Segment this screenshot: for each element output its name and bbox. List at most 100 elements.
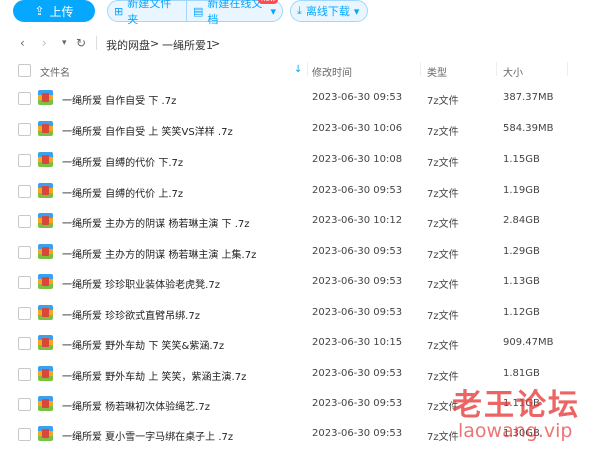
new-badge: new (258, 0, 279, 4)
breadcrumb-separator: > (150, 37, 160, 50)
table-row[interactable]: 一绳所爱 珍珍欲式直臂吊绑.7z 2023-06-30 09:53 7z文件 1… (0, 297, 600, 327)
column-type[interactable]: 类型 (427, 64, 447, 79)
column-modified[interactable]: 修改时间 (312, 64, 352, 79)
toolbar: ⇪ 上传 ⊞ 新建文件夹 ▤ 新建在线文档 ▾ new ⤓ 离线下载 ▾ (0, 0, 600, 26)
navigation-bar: ‹ › ▾ ↻ 我的网盘 > 一绳所爱1 > (0, 28, 600, 58)
table-row[interactable]: 一绳所爱 自缚的代价 上.7z 2023-06-30 09:53 7z文件 1.… (0, 175, 600, 205)
history-dropdown-icon[interactable]: ▾ (62, 38, 67, 48)
row-checkbox[interactable] (18, 215, 31, 228)
file-size: 584.39MB (503, 123, 554, 134)
file-name[interactable]: 一绳所爱 主办方的阴谋 杨若琳主演 上集.7z (62, 246, 256, 261)
file-name[interactable]: 一绳所爱 自缚的代价 下.7z (62, 154, 183, 169)
download-icon: ⤓ (297, 4, 302, 17)
archive-file-icon (38, 396, 53, 411)
file-name[interactable]: 一绳所爱 杨若琳初次体验绳艺.7z (62, 398, 210, 413)
column-name[interactable]: 文件名 (40, 64, 70, 79)
file-modified: 2023-06-30 09:53 (312, 185, 403, 196)
file-modified: 2023-06-30 09:53 (312, 368, 403, 379)
file-type: 7z文件 (427, 219, 459, 230)
row-checkbox[interactable] (18, 428, 31, 441)
row-checkbox[interactable] (18, 398, 31, 411)
forward-icon[interactable]: › (42, 36, 47, 50)
file-size: 1.13GB (503, 276, 540, 287)
file-modified: 2023-06-30 09:53 (312, 92, 403, 103)
table-row[interactable]: 一绳所爱 珍珍职业装体验老虎凳.7z 2023-06-30 09:53 7z文件… (0, 266, 600, 296)
row-checkbox[interactable] (18, 154, 31, 167)
breadcrumb-current[interactable]: 一绳所爱1 (162, 37, 213, 53)
file-name[interactable]: 一绳所爱 野外车劫 下 笑笑&紫涵.7z (62, 337, 224, 352)
file-name[interactable]: 一绳所爱 自作自受 上 笑笑VS洋样 .7z (62, 123, 233, 138)
upload-label: 上传 (49, 4, 74, 19)
column-divider (307, 62, 308, 76)
table-row[interactable]: 一绳所爱 自作自受 下 .7z 2023-06-30 09:53 7z文件 38… (0, 82, 600, 112)
file-size: 1.12GB (503, 307, 540, 318)
chevron-down-icon: ▾ (353, 4, 360, 18)
select-all-checkbox[interactable] (18, 64, 31, 77)
offline-download-button[interactable]: ⤓ 离线下载 ▾ (290, 0, 368, 22)
archive-file-icon (38, 244, 53, 259)
file-name[interactable]: 一绳所爱 珍珍欲式直臂吊绑.7z (62, 307, 200, 322)
table-row[interactable]: 一绳所爱 主办方的阴谋 杨若琳主演 下 .7z 2023-06-30 10:12… (0, 205, 600, 235)
table-row[interactable]: 一绳所爱 主办方的阴谋 杨若琳主演 上集.7z 2023-06-30 09:53… (0, 236, 600, 266)
row-checkbox[interactable] (18, 185, 31, 198)
row-checkbox[interactable] (18, 276, 31, 289)
file-modified: 2023-06-30 10:15 (312, 337, 403, 348)
file-size: 1.15GB (503, 154, 540, 165)
file-modified: 2023-06-30 09:53 (312, 398, 403, 409)
file-type: 7z文件 (427, 127, 459, 138)
table-row[interactable]: 一绳所爱 野外车劫 下 笑笑&紫涵.7z 2023-06-30 10:15 7z… (0, 327, 600, 357)
file-name[interactable]: 一绳所爱 野外车劫 上 笑笑，紫涵主演.7z (62, 368, 246, 383)
file-modified: 2023-06-30 09:53 (312, 246, 403, 257)
upload-icon: ⇪ (34, 4, 45, 18)
column-size[interactable]: 大小 (503, 64, 523, 79)
file-type: 7z文件 (427, 311, 459, 322)
folder-plus-icon: ⊞ (114, 4, 124, 18)
file-list-header: 文件名 ↓ 修改时间 类型 大小 (0, 58, 600, 82)
archive-file-icon (38, 213, 53, 228)
file-size: 2.84GB (503, 215, 540, 226)
file-type: 7z文件 (427, 341, 459, 352)
file-size: 387.37MB (503, 92, 554, 103)
file-name[interactable]: 一绳所爱 珍珍职业装体验老虎凳.7z (62, 276, 220, 291)
archive-file-icon (38, 366, 53, 381)
back-icon[interactable]: ‹ (20, 36, 25, 50)
refresh-icon[interactable]: ↻ (76, 36, 86, 50)
row-checkbox[interactable] (18, 123, 31, 136)
row-checkbox[interactable] (18, 368, 31, 381)
column-divider (496, 62, 497, 76)
file-modified: 2023-06-30 10:08 (312, 154, 403, 165)
file-name[interactable]: 一绳所爱 夏小雪一字马绑在桌子上 .7z (62, 428, 233, 443)
archive-file-icon (38, 335, 53, 350)
file-modified: 2023-06-30 09:53 (312, 307, 403, 318)
file-modified: 2023-06-30 09:53 (312, 428, 403, 439)
doc-plus-icon: ▤ (193, 4, 204, 18)
breadcrumb-separator: > (211, 37, 221, 50)
archive-file-icon (38, 426, 53, 441)
file-name[interactable]: 一绳所爱 主办方的阴谋 杨若琳主演 下 .7z (62, 215, 250, 230)
row-checkbox[interactable] (18, 246, 31, 259)
row-checkbox[interactable] (18, 92, 31, 105)
table-row[interactable]: 一绳所爱 自缚的代价 下.7z 2023-06-30 10:08 7z文件 1.… (0, 144, 600, 174)
sort-down-icon[interactable]: ↓ (294, 64, 302, 75)
file-size: 1.29GB (503, 246, 540, 257)
archive-file-icon (38, 152, 53, 167)
new-folder-button[interactable]: ⊞ 新建文件夹 (107, 0, 187, 26)
new-online-doc-label: 新建在线文档 (207, 0, 263, 26)
row-checkbox[interactable] (18, 307, 31, 320)
file-name[interactable]: 一绳所爱 自作自受 下 .7z (62, 92, 176, 107)
file-size: 1.81GB (503, 368, 540, 379)
file-type: 7z文件 (427, 96, 459, 107)
table-row[interactable]: 一绳所爱 自作自受 上 笑笑VS洋样 .7z 2023-06-30 10:06 … (0, 113, 600, 143)
upload-button[interactable]: ⇪ 上传 (13, 0, 95, 22)
file-name[interactable]: 一绳所爱 自缚的代价 上.7z (62, 185, 183, 200)
file-size: 1.19GB (503, 185, 540, 196)
nav-divider (96, 36, 97, 50)
file-type: 7z文件 (427, 432, 459, 443)
row-checkbox[interactable] (18, 337, 31, 350)
breadcrumb-root[interactable]: 我的网盘 (106, 37, 150, 53)
archive-file-icon (38, 305, 53, 320)
archive-file-icon (38, 121, 53, 136)
archive-file-icon (38, 90, 53, 105)
file-modified: 2023-06-30 10:12 (312, 215, 403, 226)
file-type: 7z文件 (427, 158, 459, 169)
